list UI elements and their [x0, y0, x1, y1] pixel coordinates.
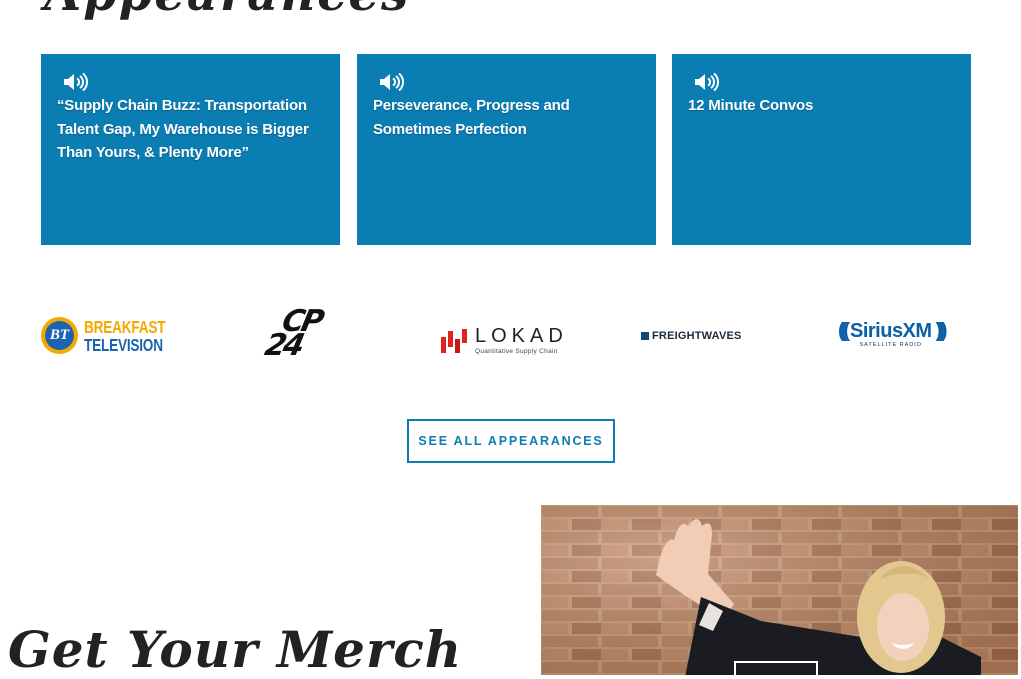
- appearance-title: 12 Minute Convos: [688, 97, 814, 114]
- cp24-logo: CP 24: [262, 304, 325, 363]
- bt-line-2: TELEVISION: [84, 334, 163, 355]
- lokad-mark-icon: [441, 328, 467, 353]
- appearance-title: Perseverance, Progress and Sometimes Per…: [373, 97, 570, 138]
- speaker-icon: [380, 72, 405, 92]
- siriusxm-tagline: SATELLITE RADIO: [859, 342, 923, 348]
- see-all-appearances-button[interactable]: SEE ALL APPEARANCES: [407, 419, 615, 463]
- appearance-card-2[interactable]: Perseverance, Progress and Sometimes Per…: [357, 54, 656, 245]
- brick-wall-photo: [541, 505, 1018, 675]
- lokad-logo: LOKAD Quantitative Supply Chain: [441, 326, 568, 355]
- merch-heading: Get Your Merch: [8, 620, 463, 679]
- freightwaves-mark-icon: [641, 332, 649, 340]
- freightwaves-name: FREIGHTWAVES: [652, 330, 742, 342]
- appearances-heading: Appearances: [44, 0, 410, 18]
- freightwaves-logo: FREIGHTWAVES: [641, 330, 742, 342]
- speaker-icon: [695, 72, 720, 92]
- appearance-card-3[interactable]: 12 Minute Convos: [672, 54, 971, 245]
- siriusxm-name: SiriusXM: [849, 320, 932, 342]
- appearance-card-1[interactable]: “Supply Chain Buzz: Transportation Talen…: [41, 54, 340, 245]
- speaker-icon: [64, 72, 89, 92]
- photo-overlay-button[interactable]: [734, 661, 818, 675]
- siriusxm-wave-left-icon: (((: [838, 320, 850, 342]
- lokad-name: LOKAD: [475, 325, 568, 347]
- breakfast-television-logo: BT BREAKFAST TELEVISION: [41, 317, 188, 354]
- lokad-tagline: Quantitative Supply Chain: [475, 348, 558, 355]
- siriusxm-logo: ((( SiriusXM ))) SATELLITE RADIO: [838, 320, 948, 348]
- merch-photo: [541, 505, 1018, 675]
- appearance-title: “Supply Chain Buzz: Transportation Talen…: [57, 97, 309, 161]
- bt-badge: BT: [41, 317, 78, 354]
- bt-line-1: BREAKFAST: [84, 316, 166, 337]
- siriusxm-wave-right-icon: ))): [935, 320, 948, 342]
